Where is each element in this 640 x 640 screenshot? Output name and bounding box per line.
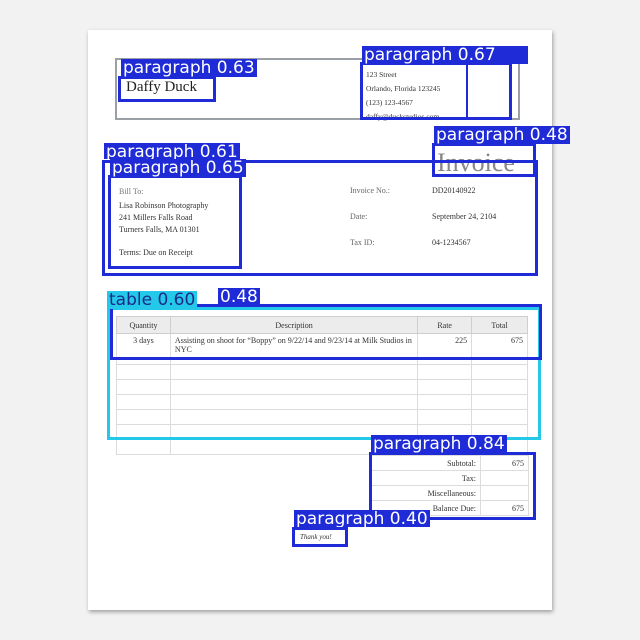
detection-label: paragraph 0.40 [294, 510, 430, 527]
detection-label: paragraph 0.65 [110, 158, 246, 178]
detection-box [292, 527, 348, 547]
detection-box [118, 76, 216, 102]
detection-label: paragraph 0.67 [362, 46, 528, 64]
detection-box [108, 175, 242, 269]
detection-label: paragraph 0.63 [121, 58, 257, 78]
detection-box [466, 62, 512, 120]
detection-label: 0.48 [218, 287, 260, 307]
detection-box [110, 304, 542, 360]
detection-label: paragraph 0.61 [104, 143, 240, 159]
detection-label: paragraph 0.84 [371, 434, 507, 454]
detection-label-table: table 0.60 [107, 290, 198, 310]
detection-label: paragraph 0.48 [434, 125, 570, 145]
